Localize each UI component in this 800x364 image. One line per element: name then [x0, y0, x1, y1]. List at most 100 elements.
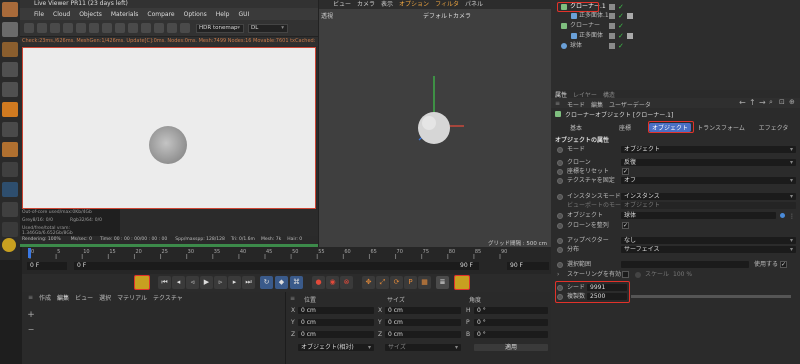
animate-dot[interactable]	[557, 212, 563, 219]
animate-dot[interactable]	[557, 246, 563, 253]
object-row[interactable]: 正多面体.1 ✓	[551, 12, 800, 20]
expand-arrow-icon[interactable]: ›	[557, 270, 559, 279]
autokey-record-icon[interactable]: ◉	[326, 276, 339, 289]
stop-icon[interactable]	[37, 23, 47, 33]
prev-key-icon[interactable]: ◂	[172, 276, 185, 289]
animate-dot[interactable]	[557, 237, 563, 244]
checker-icon[interactable]	[2, 22, 18, 37]
clone-select[interactable]: 反復 ▾	[621, 159, 796, 166]
timeline[interactable]: 0 5 10 15 20 25 30 35 40 45 50 55 60 65 70 75 80 85 90 0 F…	[22, 247, 551, 274]
menu-icon[interactable]: ≡	[28, 294, 33, 301]
playhead[interactable]	[28, 248, 31, 258]
pos-x-input[interactable]: 0 cm	[298, 307, 374, 314]
channel-icon[interactable]	[154, 23, 164, 33]
menu-cloud[interactable]: Cloud	[53, 11, 70, 18]
grid-snap-icon[interactable]	[2, 182, 18, 197]
animate-dot[interactable]	[557, 222, 563, 229]
autokey-icon[interactable]: ⌘	[290, 276, 303, 289]
kernel-select[interactable]: DL ▾	[248, 24, 288, 33]
size-y-input[interactable]: 0 cm	[385, 319, 461, 326]
keyset-icon[interactable]: ⊗	[340, 276, 353, 289]
next-key-icon[interactable]: ▸	[228, 276, 241, 289]
size-mode-select[interactable]: サイズ ▾	[385, 344, 461, 351]
menu-objects[interactable]: Objects	[79, 11, 102, 18]
menu-icon[interactable]: ≡	[555, 100, 560, 107]
reset-checkbox[interactable]: ✓	[622, 168, 629, 175]
coin-icon[interactable]	[2, 238, 16, 252]
distribution-select[interactable]: サーフェイス ▾	[621, 246, 796, 253]
tab-effector[interactable]: エフェクタ	[751, 123, 796, 132]
viewport-panel[interactable]: ビュー カメラ 表示 オプション フィルタ パネル 透視 デフォルトカメラ グリ…	[318, 0, 552, 248]
menu-mode[interactable]: モード	[567, 100, 585, 109]
visibility-icon[interactable]	[609, 23, 615, 29]
tag-icon[interactable]	[627, 33, 633, 39]
check-icon[interactable]: ✓	[618, 32, 624, 40]
add-icon[interactable]: +	[26, 310, 36, 320]
go-start-icon[interactable]: ⏮	[158, 276, 171, 289]
texture-icon[interactable]	[2, 62, 18, 77]
scaling-checkbox[interactable]	[622, 271, 629, 278]
menu-gui[interactable]: GUI	[238, 11, 249, 18]
focus-icon[interactable]	[89, 23, 99, 33]
next-frame-icon[interactable]: ▹	[214, 276, 227, 289]
menu-compare[interactable]: Compare	[147, 11, 174, 18]
rot-b-input[interactable]: 0 °	[474, 331, 548, 338]
tab-coords[interactable]: 座標	[601, 123, 649, 132]
edge-icon[interactable]	[2, 162, 18, 177]
up-arrow-icon[interactable]: ↑	[749, 98, 756, 107]
animate-dot[interactable]	[557, 177, 563, 184]
camera-icon[interactable]	[128, 23, 138, 33]
mesh-icon[interactable]	[2, 82, 18, 97]
rot-p-input[interactable]: 0 °	[474, 319, 548, 326]
timeline-icon[interactable]: ≣	[436, 276, 449, 289]
menu-options[interactable]: Options	[184, 11, 207, 18]
apply-button[interactable]: 適用	[474, 344, 548, 351]
current-frame-field[interactable]: 0 F 90 F	[74, 262, 479, 270]
animate-dot[interactable]	[557, 159, 563, 166]
object-row[interactable]: クローナー ✓	[551, 22, 800, 30]
tab-transform[interactable]: トランスフォーム	[691, 123, 751, 132]
check-icon[interactable]: ✓	[618, 22, 624, 30]
more-icon[interactable]: ⋮	[789, 212, 795, 221]
undo-icon[interactable]	[2, 2, 18, 17]
polygon-icon[interactable]	[2, 142, 18, 157]
search-icon[interactable]: ⌕	[769, 98, 773, 107]
clay-icon[interactable]	[167, 23, 177, 33]
forward-arrow-icon[interactable]: →	[759, 98, 766, 107]
pos-z-input[interactable]: 0 cm	[298, 331, 374, 338]
move-key-icon[interactable]: ✥	[362, 276, 375, 289]
lock-icon[interactable]	[102, 23, 112, 33]
play-icon[interactable]	[24, 23, 34, 33]
key-tool-icon[interactable]	[134, 275, 150, 290]
cube-icon[interactable]	[2, 42, 18, 57]
loop-icon[interactable]: ↻	[260, 276, 273, 289]
pos-y-input[interactable]: 0 cm	[298, 319, 374, 326]
prev-frame-icon[interactable]: ◃	[186, 276, 199, 289]
collapse-icon[interactable]: −	[26, 325, 36, 335]
menu-create[interactable]: 作成	[39, 293, 51, 302]
menu-help[interactable]: Help	[216, 11, 230, 18]
mode-select[interactable]: オブジェクト ▾	[621, 146, 796, 153]
visibility-icon[interactable]	[609, 33, 615, 39]
instance-select[interactable]: インスタンス ▾	[621, 193, 796, 200]
coord-mode-select[interactable]: オブジェクト(相対) ▾	[298, 344, 374, 351]
new-icon[interactable]: ⊕	[789, 98, 795, 106]
go-end-icon[interactable]: ⏭	[242, 276, 255, 289]
object-row[interactable]: 球体 ✓	[551, 42, 800, 50]
hand-icon[interactable]	[2, 222, 18, 237]
pla-key-icon[interactable]: ▦	[418, 276, 431, 289]
menu-icon[interactable]: ≡	[290, 295, 295, 302]
menu-file[interactable]: File	[34, 11, 44, 18]
tab-basic[interactable]: 基本	[551, 123, 601, 132]
check-icon[interactable]: ✓	[618, 3, 624, 11]
visibility-icon[interactable]	[609, 13, 615, 19]
object-row[interactable]: 正多面体 ✓	[551, 32, 800, 40]
check-icon[interactable]: ✓	[618, 12, 624, 20]
brush-icon[interactable]	[2, 202, 18, 217]
keyframe-icon[interactable]: ◆	[275, 276, 288, 289]
start-frame-field[interactable]: 0 F	[27, 262, 67, 270]
menu-materials[interactable]: Materials	[111, 11, 139, 18]
record-icon[interactable]: ●	[312, 276, 325, 289]
rotate-key-icon[interactable]: ⟳	[390, 276, 403, 289]
info-icon[interactable]	[180, 23, 190, 33]
